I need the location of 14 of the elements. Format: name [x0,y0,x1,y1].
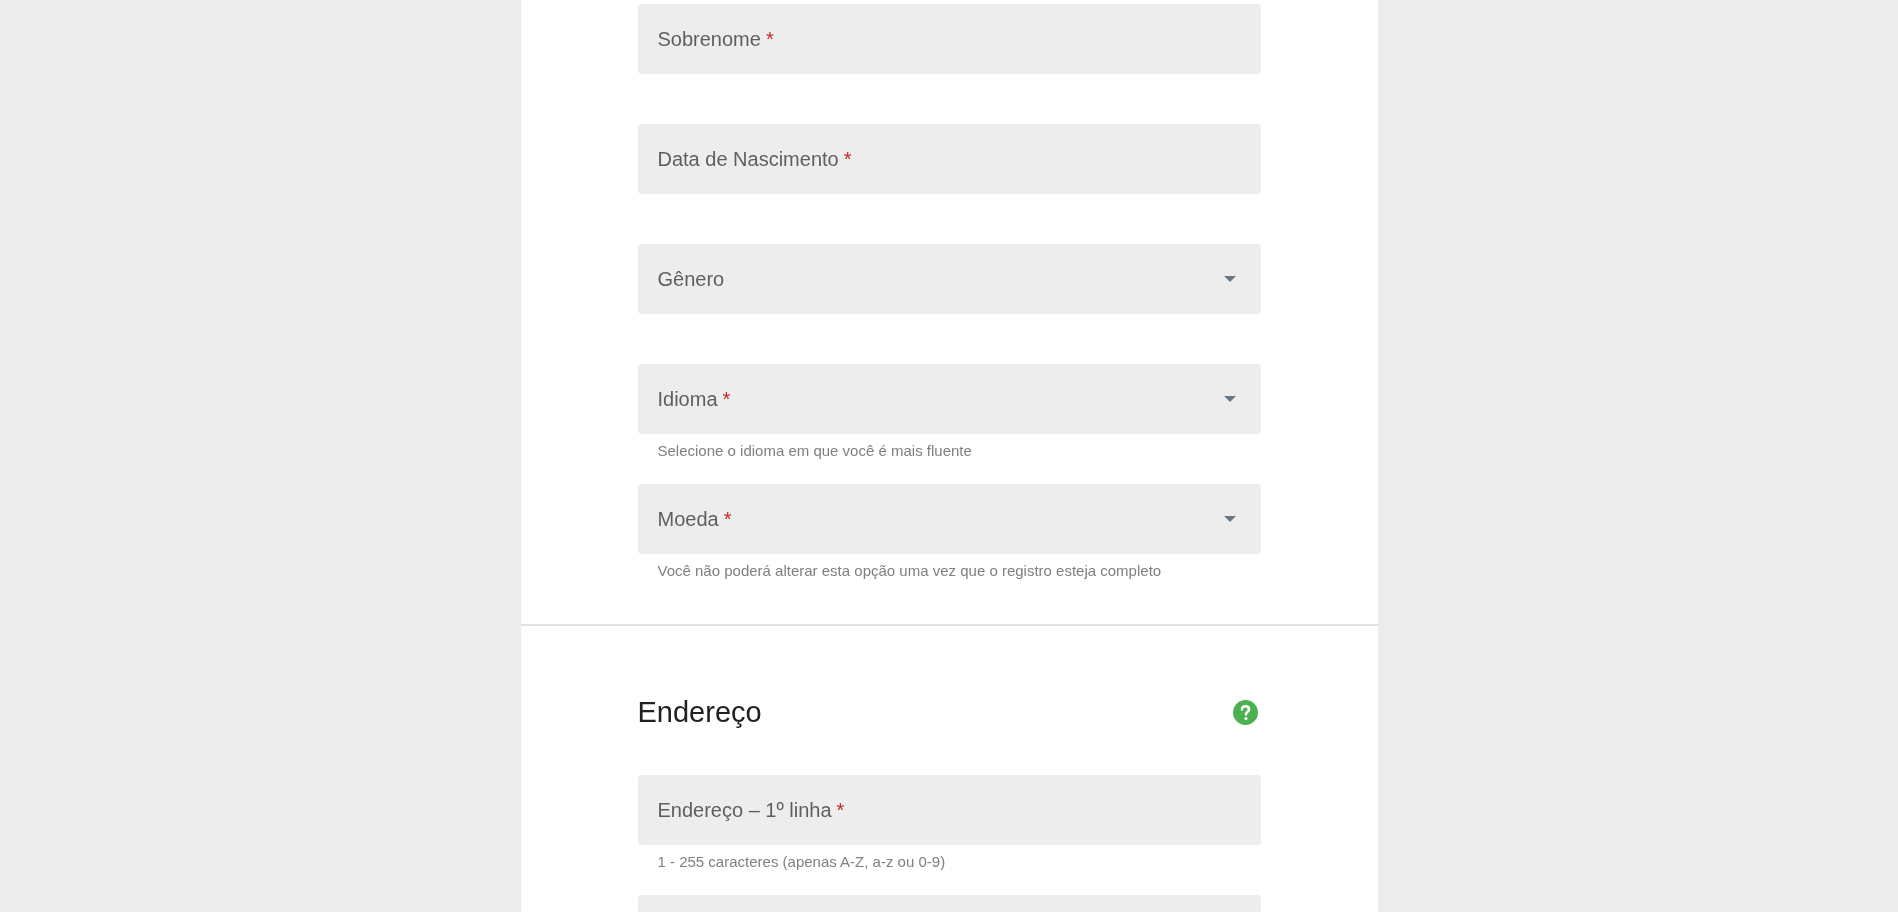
caret-icon [1223,276,1236,282]
caret-icon [1223,516,1236,522]
dropdown-field[interactable]: Gênero [637,244,1261,314]
help-icon[interactable] [1232,699,1258,725]
helper-text: Selecione o idioma em que você é mais fluente [656,441,972,461]
helper-text: 1 - 255 caracteres (apenas A-Z, a-z ou 0-9) [656,852,946,872]
dropdown-field[interactable]: Idioma * [637,364,1261,434]
text-field[interactable]: Data de Nascimento * [637,124,1261,194]
dropdown-field[interactable]: Moeda * [637,484,1261,554]
caret-icon [1223,396,1236,402]
text-field[interactable]: Sobrenome * [637,4,1261,74]
section-heading: Endereço [637,695,762,730]
helper-text: Você não poderá alterar esta opção uma vez que o registro esteja completo [656,561,1162,581]
text-field[interactable]: Endereço – 1º linha * [637,775,1261,845]
